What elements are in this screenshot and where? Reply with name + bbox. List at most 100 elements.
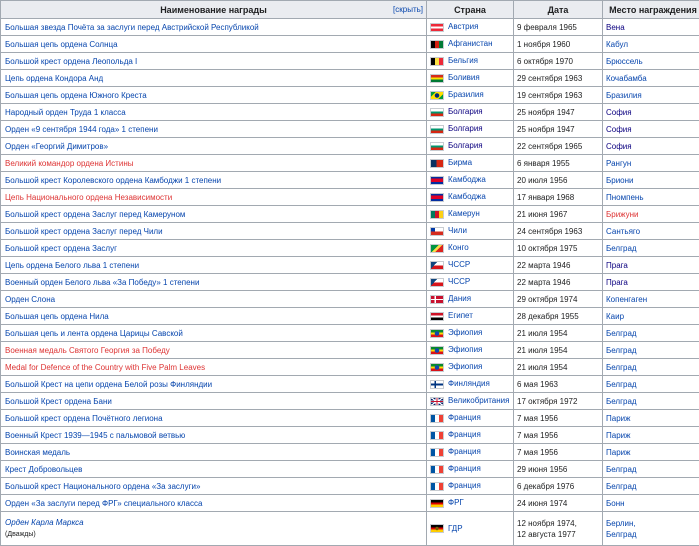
place-link[interactable]: Бразилия (606, 91, 642, 100)
award-link[interactable]: Medal for Defence of the Country with Fi… (5, 363, 205, 372)
award-link[interactable]: Цепь ордена Белого льва 1 степени (5, 261, 139, 270)
award-link[interactable]: Большой крест ордена Заслуг (5, 244, 117, 253)
award-link[interactable]: Народный орден Труда 1 класса (5, 108, 126, 117)
place-link[interactable]: Белград (606, 380, 637, 389)
column-header-country[interactable]: Страна (427, 1, 514, 19)
country-link[interactable]: ЧССР (448, 260, 470, 269)
place-link[interactable]: Рангун (606, 159, 631, 168)
country-link[interactable]: ФРГ (448, 498, 464, 507)
column-header-date[interactable]: Дата (514, 1, 603, 19)
country-link[interactable]: Эфиопия (448, 328, 482, 337)
award-link[interactable]: Воинская медаль (5, 448, 70, 457)
country-link[interactable]: Франция (448, 447, 481, 456)
award-link[interactable]: Большой крест ордена Почётного легиона (5, 414, 163, 423)
award-link[interactable]: Военный орден Белого льва «За Победу» 1 … (5, 278, 199, 287)
award-link[interactable]: Орден Слона (5, 295, 55, 304)
country-link[interactable]: Дания (448, 294, 471, 303)
place-link[interactable]: Париж (606, 414, 630, 423)
place-link[interactable]: Брюссель (606, 57, 643, 66)
place-link[interactable]: Белград (606, 530, 637, 539)
country-cell: Эфиопия (427, 342, 514, 359)
place-link[interactable]: Кочабамба (606, 74, 647, 83)
place-link[interactable]: Брижуни (606, 210, 639, 219)
place-cell: Белград (603, 240, 699, 257)
place-link[interactable]: Париж (606, 448, 630, 457)
award-link[interactable]: Большой крест Национального ордена «За з… (5, 482, 200, 491)
place-link[interactable]: Белград (606, 329, 637, 338)
award-link[interactable]: Орден «За заслуги перед ФРГ» специальног… (5, 499, 202, 508)
place-link[interactable]: Бонн (606, 499, 625, 508)
award-link[interactable]: Большая цепь ордена Солнца (5, 40, 118, 49)
place-link[interactable]: Каир (606, 312, 624, 321)
place-link[interactable]: Белград (606, 346, 637, 355)
place-link[interactable]: Белград (606, 244, 637, 253)
place-link[interactable]: Бриони (606, 176, 634, 185)
hide-toggle-link[interactable]: [скрыть] (393, 5, 423, 14)
place-link[interactable]: Белград (606, 482, 637, 491)
country-link[interactable]: Боливия (448, 73, 480, 82)
award-link[interactable]: Военный Крест 1939—1945 с пальмовой ветв… (5, 431, 185, 440)
award-link[interactable]: Большая цепь ордена Южного Креста (5, 91, 147, 100)
country-link[interactable]: Австрия (448, 22, 478, 31)
place-link[interactable]: Вена (606, 23, 625, 32)
country-link[interactable]: Эфиопия (448, 362, 482, 371)
country-link[interactable]: Бирма (448, 158, 472, 167)
award-link[interactable]: Большой крест ордена Заслуг перед Чили (5, 227, 163, 236)
award-link[interactable]: Большой крест ордена Леопольда I (5, 57, 137, 66)
country-link[interactable]: Финляндия (448, 379, 490, 388)
country-link[interactable]: Конго (448, 243, 469, 252)
award-link[interactable]: Большой крест Королевского ордена Камбод… (5, 176, 221, 185)
place-link[interactable]: Пномпень (606, 193, 643, 202)
date-cell: 7 мая 1956 (514, 444, 603, 461)
country-link[interactable]: Чили (448, 226, 467, 235)
award-link[interactable]: Орден Карла Маркса (5, 518, 84, 527)
place-link[interactable]: Белград (606, 397, 637, 406)
country-link[interactable]: Великобритания (448, 396, 509, 405)
award-link[interactable]: Орден «Георгий Димитров» (5, 142, 108, 151)
award-link[interactable]: Большой Крест на цепи ордена Белой розы … (5, 380, 212, 389)
award-link[interactable]: Большая звезда Почёта за заслуги перед А… (5, 23, 259, 32)
country-link[interactable]: Франция (448, 464, 481, 473)
place-link[interactable]: Берлин, (606, 519, 636, 528)
country-link[interactable]: Франция (448, 481, 481, 490)
award-link[interactable]: Большая цепь и лента ордена Царицы Савск… (5, 329, 183, 338)
country-link[interactable]: Бельгия (448, 56, 478, 65)
column-header-award[interactable]: Наименование награды [скрыть] (1, 1, 427, 19)
place-link[interactable]: Кабул (606, 40, 628, 49)
country-link[interactable]: Франция (448, 413, 481, 422)
country-link[interactable]: Болгария (448, 141, 483, 150)
award-link[interactable]: Цепь ордена Кондора Анд (5, 74, 103, 83)
place-link[interactable]: Сантьяго (606, 227, 640, 236)
place-link[interactable]: Копенгаген (606, 295, 647, 304)
country-link[interactable]: Египет (448, 311, 473, 320)
award-link[interactable]: Большая цепь ордена Нила (5, 312, 109, 321)
award-link[interactable]: Орден «9 сентября 1944 года» 1 степени (5, 125, 158, 134)
place-link[interactable]: София (606, 125, 632, 134)
column-header-place[interactable]: Место награждения (603, 1, 699, 19)
place-link[interactable]: София (606, 142, 632, 151)
place-link[interactable]: София (606, 108, 632, 117)
country-link[interactable]: Камбоджа (448, 192, 486, 201)
country-link[interactable]: Камбоджа (448, 175, 486, 184)
award-link[interactable]: Военная медаль Святого Георгия за Победу (5, 346, 170, 355)
country-link[interactable]: ГДР (448, 524, 463, 533)
place-link[interactable]: Париж (606, 431, 630, 440)
place-link[interactable]: Белград (606, 465, 637, 474)
country-link[interactable]: Бразилия (448, 90, 484, 99)
place-link[interactable]: Прага (606, 278, 628, 287)
place-link[interactable]: Прага (606, 261, 628, 270)
country-cell: Франция (427, 427, 514, 444)
country-link[interactable]: Афганистан (448, 39, 493, 48)
country-link[interactable]: Болгария (448, 107, 483, 116)
award-link[interactable]: Цепь Национального ордена Независимости (5, 193, 172, 202)
country-link[interactable]: ЧССР (448, 277, 470, 286)
country-link[interactable]: Камерун (448, 209, 480, 218)
country-link[interactable]: Болгария (448, 124, 483, 133)
award-link[interactable]: Большой Крест ордена Бани (5, 397, 112, 406)
place-link[interactable]: Белград (606, 363, 637, 372)
award-link[interactable]: Крест Добровольцев (5, 465, 82, 474)
country-link[interactable]: Эфиопия (448, 345, 482, 354)
award-link[interactable]: Великий командор ордена Истины (5, 159, 133, 168)
award-link[interactable]: Большой крест ордена Заслуг перед Камеру… (5, 210, 185, 219)
country-link[interactable]: Франция (448, 430, 481, 439)
